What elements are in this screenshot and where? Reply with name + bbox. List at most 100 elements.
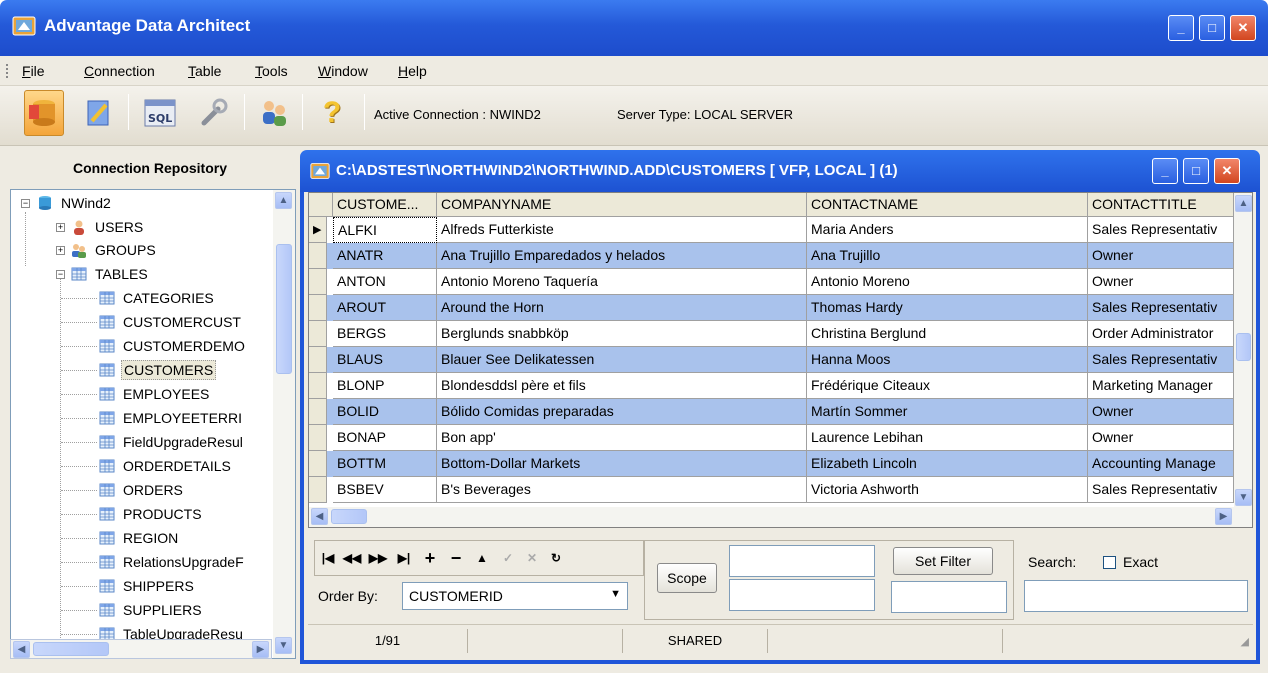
tree-root-nwind2[interactable]: NWind2 xyxy=(37,192,113,214)
cell-customerid[interactable]: BOTTM xyxy=(333,451,437,477)
cell-customerid[interactable]: ALFKI xyxy=(333,217,437,243)
tree-scroll-thumb[interactable] xyxy=(276,244,292,374)
table-row[interactable]: BOTTM Bottom-Dollar Markets Elizabeth Linc… xyxy=(309,451,1252,477)
tree-table-item[interactable]: SHIPPERS xyxy=(99,575,269,597)
set-filter-button[interactable]: Set Filter xyxy=(893,547,993,575)
tree-table-item[interactable]: EMPLOYEETERRI xyxy=(99,407,269,429)
resize-grip-icon[interactable]: ◢ xyxy=(1241,635,1249,648)
table-row[interactable]: ANATR Ana Trujillo Emparedados y helados A… xyxy=(309,243,1252,269)
grid-scroll-down-arrow[interactable]: ▼ xyxy=(1235,489,1252,506)
table-row[interactable]: BERGS Berglunds snabbköp Christina Berglun… xyxy=(309,321,1252,347)
scroll-left-arrow[interactable]: ◀ xyxy=(13,641,30,658)
row-indicator[interactable] xyxy=(309,373,327,399)
grid-scroll-up-arrow[interactable]: ▲ xyxy=(1235,195,1252,212)
cell-contacttitle[interactable]: Owner xyxy=(1088,243,1234,269)
cell-contactname[interactable]: Antonio Moreno xyxy=(807,269,1088,295)
next-page-button[interactable]: ▶▶ xyxy=(367,547,389,569)
scroll-down-arrow[interactable]: ▼ xyxy=(275,637,292,654)
menu-window[interactable]: Window xyxy=(318,63,368,79)
cell-contactname[interactable]: Thomas Hardy xyxy=(807,295,1088,321)
tree-vscroll[interactable]: ▲ ▼ xyxy=(273,190,295,658)
cell-customerid[interactable]: BLONP xyxy=(333,373,437,399)
cell-contactname[interactable]: Christina Berglund xyxy=(807,321,1088,347)
cell-companyname[interactable]: Bólido Comidas preparadas xyxy=(437,399,807,425)
menu-file[interactable]: File xyxy=(22,63,45,79)
tree-table-item[interactable]: ORDERS xyxy=(99,479,269,501)
cell-contactname[interactable]: Martín Sommer xyxy=(807,399,1088,425)
row-indicator[interactable] xyxy=(309,269,327,295)
cell-companyname[interactable]: Ana Trujillo Emparedados y helados xyxy=(437,243,807,269)
cell-companyname[interactable]: Antonio Moreno Taquería xyxy=(437,269,807,295)
row-indicator[interactable] xyxy=(309,451,327,477)
cell-customerid[interactable]: BSBEV xyxy=(333,477,437,503)
tree-node-users[interactable]: USERS xyxy=(71,216,145,238)
cell-companyname[interactable]: Blauer See Delikatessen xyxy=(437,347,807,373)
row-indicator[interactable] xyxy=(309,425,327,451)
cell-contacttitle[interactable]: Owner xyxy=(1088,269,1234,295)
tree-node-tables[interactable]: TABLES xyxy=(71,263,150,285)
last-record-button[interactable]: ▶| xyxy=(393,547,415,569)
cancel-edit-button[interactable]: ✕ xyxy=(521,547,543,569)
cell-contactname[interactable]: Hanna Moos xyxy=(807,347,1088,373)
table-row[interactable]: AROUT Around the Horn Thomas Hardy Sales Re… xyxy=(309,295,1252,321)
tree-table-item[interactable]: ORDERDETAILS xyxy=(99,455,269,477)
table-row[interactable]: BLONP Blondesddsl père et fils Frédérique … xyxy=(309,373,1252,399)
cell-contactname[interactable]: Maria Anders xyxy=(807,217,1088,243)
tools-button[interactable] xyxy=(194,90,234,136)
grid-hscroll[interactable]: ◀ ▶ xyxy=(309,507,1252,527)
column-header-customerid[interactable]: CUSTOME... xyxy=(333,193,437,217)
connect-button[interactable] xyxy=(24,90,64,136)
column-header-contactname[interactable]: CONTACTNAME xyxy=(807,193,1088,217)
cell-contactname[interactable]: Laurence Lebihan xyxy=(807,425,1088,451)
tree-table-item[interactable]: CUSTOMERS xyxy=(99,359,269,381)
table-row[interactable]: ANTON Antonio Moreno Taquería Antonio More… xyxy=(309,269,1252,295)
grid-vscroll[interactable]: ▲ ▼ xyxy=(1234,193,1252,507)
refresh-button[interactable]: ↻ xyxy=(545,547,567,569)
close-button[interactable]: ✕ xyxy=(1230,15,1256,41)
post-edit-button[interactable]: ✓ xyxy=(497,547,519,569)
child-minimize-button[interactable]: _ xyxy=(1152,158,1178,184)
tree-table-item[interactable]: CATEGORIES xyxy=(99,287,269,309)
expand-users-toggle[interactable]: + xyxy=(56,223,65,232)
tree-table-item[interactable]: CUSTOMERDEMO xyxy=(99,335,269,357)
collapse-root-toggle[interactable]: − xyxy=(21,199,30,208)
column-header-companyname[interactable]: COMPANYNAME xyxy=(437,193,807,217)
cell-customerid[interactable]: AROUT xyxy=(333,295,437,321)
row-indicator[interactable] xyxy=(309,399,327,425)
grid-hscroll-thumb[interactable] xyxy=(331,509,367,524)
users-button[interactable] xyxy=(254,90,294,136)
exact-checkbox[interactable] xyxy=(1103,556,1116,569)
cell-companyname[interactable]: Berglunds snabbköp xyxy=(437,321,807,347)
cell-customerid[interactable]: BLAUS xyxy=(333,347,437,373)
row-indicator[interactable]: ▶ xyxy=(309,217,327,243)
tree-table-item[interactable]: EMPLOYEES xyxy=(99,383,269,405)
grid-scroll-right-arrow[interactable]: ▶ xyxy=(1215,508,1232,525)
cell-contacttitle[interactable]: Sales Representativ xyxy=(1088,347,1234,373)
menu-table[interactable]: Table xyxy=(188,63,221,79)
filter-field[interactable] xyxy=(891,581,1007,613)
cell-customerid[interactable]: BONAP xyxy=(333,425,437,451)
child-close-button[interactable]: ✕ xyxy=(1214,158,1240,184)
cell-contactname[interactable]: Frédérique Citeaux xyxy=(807,373,1088,399)
cell-contacttitle[interactable]: Sales Representativ xyxy=(1088,295,1234,321)
insert-record-button[interactable]: + xyxy=(419,547,441,569)
cell-contactname[interactable]: Elizabeth Lincoln xyxy=(807,451,1088,477)
tree-table-item[interactable]: SUPPLIERS xyxy=(99,599,269,621)
cell-customerid[interactable]: ANTON xyxy=(333,269,437,295)
minimize-button[interactable]: _ xyxy=(1168,15,1194,41)
sql-button[interactable]: SQL xyxy=(140,90,180,136)
cell-contacttitle[interactable]: Sales Representativ xyxy=(1088,477,1234,503)
cell-contacttitle[interactable]: Sales Representativ xyxy=(1088,217,1234,243)
column-header-contacttitle[interactable]: CONTACTTITLE xyxy=(1088,193,1234,217)
table-row[interactable]: BONAP Bon app' Laurence Lebihan Owner xyxy=(309,425,1252,451)
row-indicator[interactable] xyxy=(309,243,327,269)
tree-node-groups[interactable]: GROUPS xyxy=(71,239,158,261)
cell-companyname[interactable]: Alfreds Futterkiste xyxy=(437,217,807,243)
cell-contacttitle[interactable]: Owner xyxy=(1088,425,1234,451)
open-table-button[interactable] xyxy=(78,90,118,136)
prior-page-button[interactable]: ◀◀ xyxy=(341,547,363,569)
table-row[interactable]: BLAUS Blauer See Delikatessen Hanna Moos Sa… xyxy=(309,347,1252,373)
cell-customerid[interactable]: BOLID xyxy=(333,399,437,425)
tree-table-item[interactable]: RelationsUpgradeF xyxy=(99,551,269,573)
cell-contactname[interactable]: Victoria Ashworth xyxy=(807,477,1088,503)
